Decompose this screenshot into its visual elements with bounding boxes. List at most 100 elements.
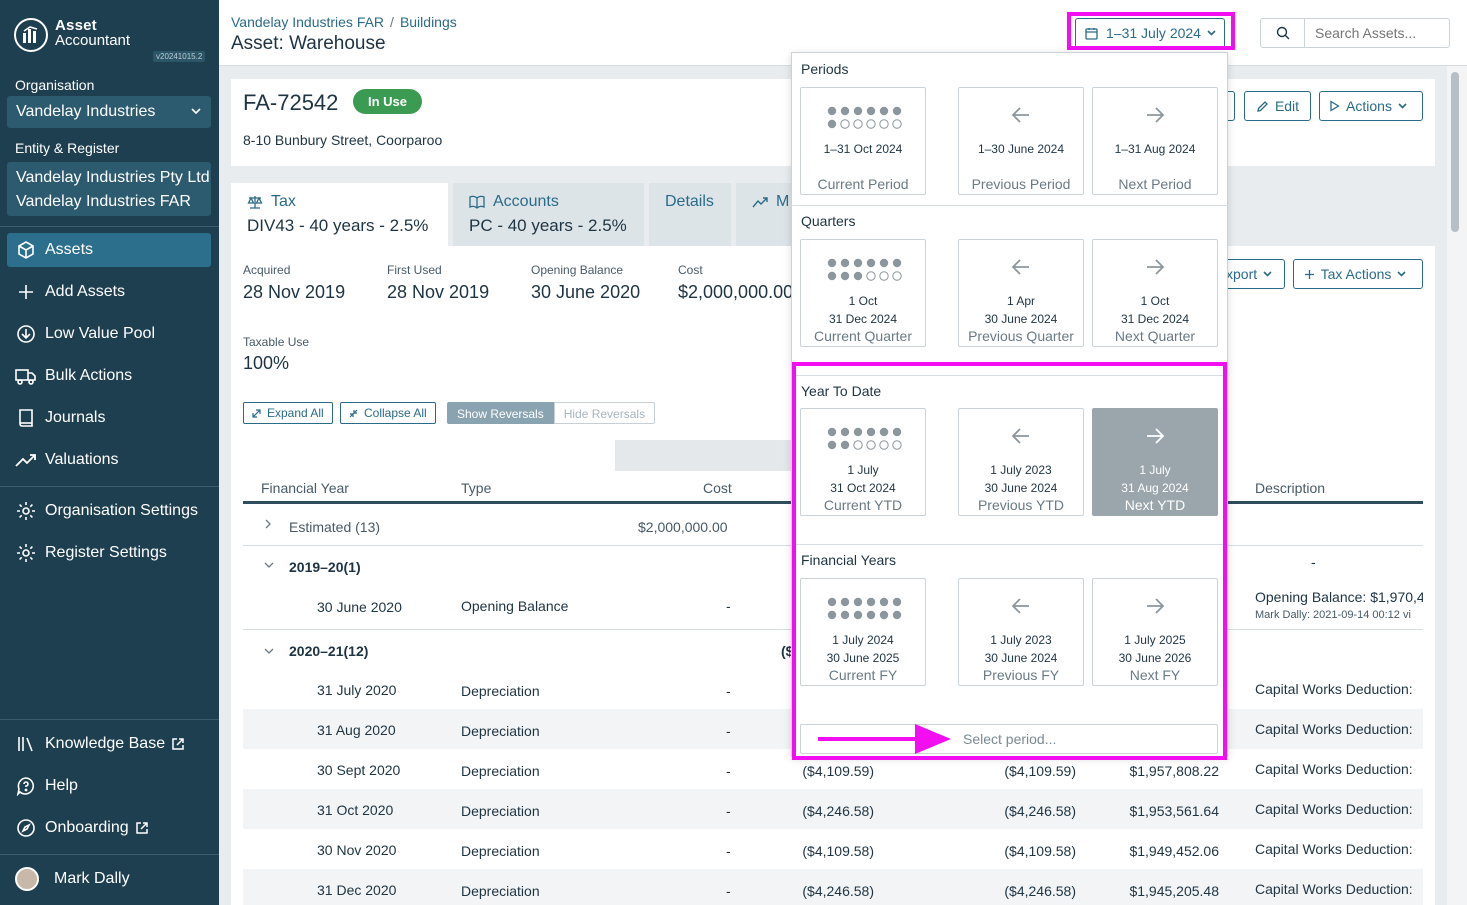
arrow-right-icon — [1147, 259, 1165, 275]
card-date-line1: 1–31 Oct 2024 — [823, 142, 903, 156]
nav-valuations[interactable]: Valuations — [7, 443, 211, 477]
group-label: 2019–20 — [289, 559, 344, 575]
scrollbar-thumb[interactable] — [1451, 72, 1459, 232]
column-header-description: Description — [1255, 480, 1326, 496]
group-count: (12) — [343, 643, 369, 659]
edit-label: Edit — [1274, 98, 1300, 114]
estimated-desc: - — [1311, 554, 1316, 570]
row-type: Depreciation — [461, 763, 540, 779]
breadcrumb-buildings[interactable]: Buildings — [400, 14, 457, 30]
export-label: xport — [1226, 266, 1258, 282]
card-caption: Previous Period — [971, 176, 1071, 192]
row-description: Capital Works Deduction: — [1255, 681, 1413, 697]
column-header-financial-year: Financial Year — [261, 480, 349, 496]
actions-button[interactable]: Actions — [1319, 91, 1423, 121]
card-date-line2: 31 Dec 2024 — [1120, 312, 1190, 326]
card-date-line2: 31 Dec 2024 — [828, 312, 898, 326]
first-used-value: 28 Nov 2019 — [387, 282, 490, 302]
show-reversals-button[interactable]: Show Reversals — [447, 402, 554, 424]
nav-organisation-settings[interactable]: Organisation Settings — [7, 494, 211, 528]
export-button[interactable]: xport — [1222, 259, 1285, 289]
chevron-down-icon — [1397, 271, 1412, 277]
reversals-toggle: Show Reversals Hide Reversals — [447, 402, 656, 424]
nav-help-label: Help — [45, 777, 78, 794]
period-card-quarters-current[interactable]: 1 Oct 31 Dec 2024 Current Quarter — [800, 239, 926, 347]
estimated-cost: $2,000,000.00 — [638, 519, 728, 535]
period-card-periods-current[interactable]: 1–31 Oct 2024 Current Period — [800, 87, 926, 195]
cost-label: Cost — [678, 263, 703, 277]
nav-journals[interactable]: Journals — [7, 401, 211, 435]
breadcrumb-separator: / — [390, 14, 394, 30]
breadcrumb: Vandelay Industries FAR / Buildings — [231, 14, 457, 30]
row-type: Opening Balance — [461, 598, 569, 614]
period-card-periods-previous[interactable]: 1–30 June 2024 Previous Period — [958, 87, 1084, 195]
row-depreciation-total: ($4,109.58) — [1004, 843, 1076, 859]
row-cost: - — [726, 803, 731, 819]
row-type: Depreciation — [461, 803, 540, 819]
organisation-select[interactable]: Vandelay Industries — [7, 96, 211, 128]
user-name: Mark Dally — [54, 870, 130, 887]
nav-register-settings[interactable]: Register Settings — [7, 536, 211, 570]
expand-all-button[interactable]: Expand All — [243, 402, 333, 424]
period-card-periods-next[interactable]: 1–31 Aug 2024 Next Period — [1092, 87, 1218, 195]
first-used-label: First Used — [387, 263, 442, 277]
tab-more[interactable]: M — [736, 183, 792, 246]
collapse-all-button[interactable]: Collapse All — [340, 402, 436, 424]
nav-knowledge-base[interactable]: Knowledge Base — [7, 727, 211, 761]
row-date: 31 Oct 2020 — [317, 802, 394, 818]
tax-actions-button[interactable]: Tax Actions — [1293, 259, 1423, 289]
ytd-fy-highlight — [792, 362, 1227, 760]
hide-reversals-button[interactable]: Hide Reversals — [553, 402, 656, 424]
tab-details[interactable]: Details — [649, 183, 731, 246]
user-menu[interactable]: Mark Dally — [15, 867, 130, 891]
cost-value: $2,000,000.00 — [678, 282, 791, 302]
nav-help[interactable]: Help — [7, 769, 211, 803]
arrow-left-icon — [1011, 107, 1029, 123]
avatar — [15, 867, 39, 891]
card-date-line1: 1 Oct — [1140, 294, 1170, 308]
chevron-down-icon — [191, 108, 201, 114]
card-caption: Previous Quarter — [968, 328, 1074, 344]
period-card-quarters-previous[interactable]: 1 Apr 30 June 2024 Previous Quarter — [958, 239, 1084, 347]
arrow-left-icon — [1011, 259, 1029, 275]
tab-accounts-title: Accounts — [493, 193, 559, 210]
row-date: 31 Aug 2020 — [317, 722, 396, 738]
tax-actions-label: Tax Actions — [1320, 266, 1392, 282]
search-icon[interactable] — [1261, 19, 1305, 47]
search-input[interactable] — [1305, 19, 1445, 47]
entity-register-select[interactable]: Vandelay Industries Pty Ltd Vandelay Ind… — [7, 162, 211, 216]
expand-all-label: Expand All — [267, 406, 324, 420]
nav-low-value-pool[interactable]: Low Value Pool — [7, 317, 211, 351]
section-title-periods: Periods — [801, 61, 849, 77]
chevron-down-icon — [1263, 271, 1278, 277]
external-link-icon — [171, 737, 185, 751]
tab-details-title: Details — [665, 193, 714, 210]
tab-accounts-subtitle: PC - 40 years - 2.5% — [469, 216, 627, 235]
tab-accounts[interactable]: Accounts PC - 40 years - 2.5% — [453, 183, 644, 246]
row-depreciation-total: ($4,246.58) — [1004, 803, 1076, 819]
row-cost: - — [726, 598, 731, 614]
estimated-label: Estimated — [289, 519, 352, 535]
tab-tax[interactable]: Tax DIV43 - 40 years - 2.5% — [231, 183, 448, 246]
column-header-type: Type — [461, 480, 492, 496]
card-date-line1: 1 Oct — [848, 294, 878, 308]
nav-assets[interactable]: Assets — [7, 233, 211, 267]
nav-add-assets[interactable]: Add Assets — [7, 275, 211, 309]
nav-bulk-actions[interactable]: Bulk Actions — [7, 359, 211, 393]
row-depreciation-total: ($4,246.58) — [1004, 883, 1076, 899]
section-title-quarters: Quarters — [801, 213, 856, 229]
row-cost: - — [726, 723, 731, 739]
truck-icon — [15, 365, 37, 387]
app-logo[interactable]: Asset Accountant — [14, 18, 130, 52]
collapse-icon — [349, 409, 364, 418]
group-label: 2020–21 — [289, 643, 344, 659]
open-book-icon — [469, 195, 493, 209]
period-card-quarters-next[interactable]: 1 Oct 31 Dec 2024 Next Quarter — [1092, 239, 1218, 347]
row-depreciation: ($4,109.59) — [802, 763, 874, 779]
nav-add-assets-label: Add Assets — [45, 283, 126, 300]
nav-onboarding[interactable]: Onboarding — [7, 811, 211, 845]
nav-organisation-settings-label: Organisation Settings — [45, 502, 198, 519]
edit-button[interactable]: Edit — [1244, 91, 1311, 121]
nav-journals-label: Journals — [45, 409, 106, 426]
breadcrumb-register[interactable]: Vandelay Industries FAR — [231, 14, 384, 30]
